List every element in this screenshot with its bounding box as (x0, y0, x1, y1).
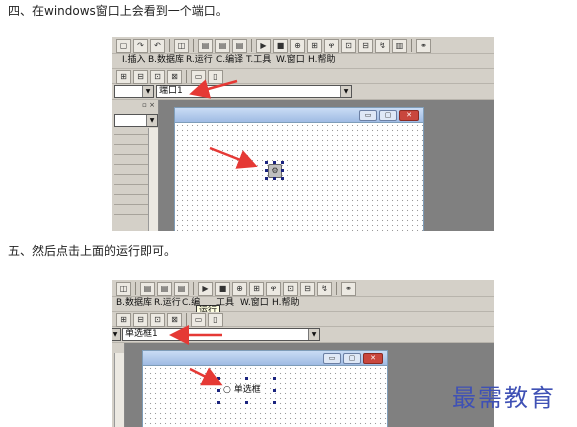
arrow-to-combo (189, 79, 258, 169)
arrow-to-combo (169, 325, 223, 386)
step-5-caption: 五、然后点击上面的运行即可。 (8, 244, 177, 258)
watermark-logo: 最需教育 (452, 384, 556, 412)
screenshot-port-window: ▢ ↷ ↶ ◫ ▤ ▤ ▤ ▶ ■ ⊕ ⊞ ዋ ⊡ ⊟ ↯ ▥ ⚭ I.插入 B… (112, 37, 494, 231)
step-4-caption: 四、在windows窗口上会看到一个端口。 (8, 4, 228, 18)
screenshot-run: ◫ ▤ ▤ ▤ ▶ ■ ⊕ ⊞ ዋ ⊡ ⊟ ↯ ⚭ B.数据库 R.运行 C.编… (112, 265, 494, 427)
